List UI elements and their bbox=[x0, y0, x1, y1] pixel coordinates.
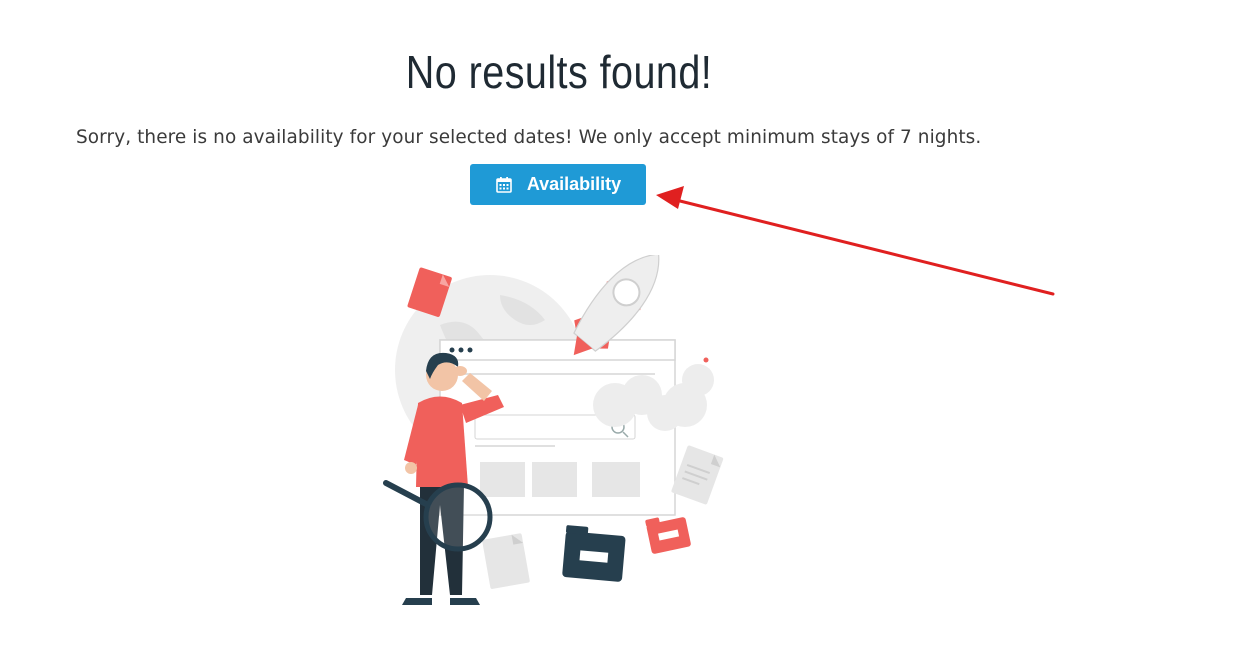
folder-icon-dark bbox=[562, 525, 626, 582]
availability-button[interactable]: Availability bbox=[470, 164, 646, 205]
page-title: No results found! bbox=[405, 45, 713, 98]
availability-button-label: Availability bbox=[526, 174, 622, 194]
no-availability-message: Sorry, there is no availability for your… bbox=[76, 126, 982, 148]
searching-person-illustration bbox=[383, 255, 724, 605]
paper-icon-grey bbox=[671, 445, 724, 505]
paper-icon-bottom bbox=[482, 533, 530, 589]
calendar-icon bbox=[495, 176, 513, 194]
folder-icon-red bbox=[645, 517, 691, 554]
magnifying-glass-icon bbox=[383, 480, 493, 552]
